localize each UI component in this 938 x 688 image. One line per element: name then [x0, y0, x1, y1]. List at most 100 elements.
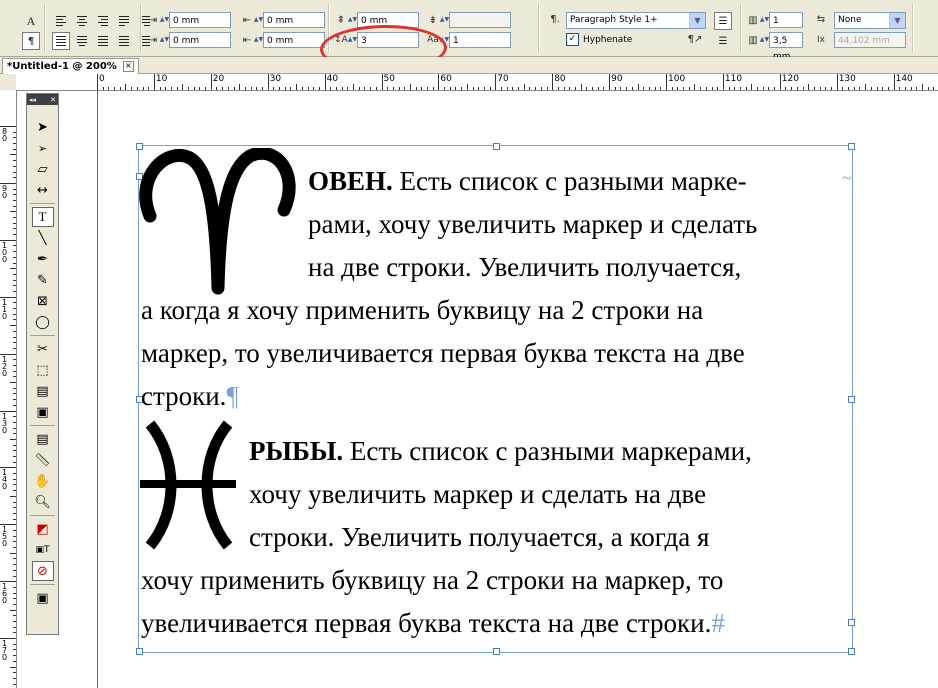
view-mode-icon[interactable]: ▣	[32, 588, 54, 608]
gradient-feather-tool-icon[interactable]: ▣	[32, 402, 54, 422]
ruler-tick	[13, 148, 16, 150]
note-tool-icon[interactable]: ▤	[32, 429, 54, 449]
tools-panel-header[interactable]: ◂◂ ✕	[27, 94, 58, 105]
frame-handle[interactable]	[848, 648, 855, 655]
pen-tool-icon[interactable]: ✒	[32, 249, 54, 269]
ruler-label: 170	[2, 639, 8, 663]
hyphenate-checkbox[interactable]: ✓	[566, 33, 579, 46]
frame-handle[interactable]	[493, 648, 500, 655]
ruler-label: 140	[895, 74, 913, 84]
measure-tool-icon[interactable]: 📏︎	[32, 450, 54, 470]
gutter-spinner[interactable]: ▲▼	[760, 32, 769, 48]
last-line-indent-spinner[interactable]: ▲▼	[254, 32, 263, 48]
document-tab-bar: *Untitled-1 @ 200% ×	[0, 57, 938, 74]
last-line-indent-field[interactable]: 0 mm	[263, 32, 325, 48]
collapse-icon[interactable]: ◂◂	[29, 96, 36, 104]
ruler-tick	[290, 87, 292, 90]
p1-lead: ОВЕН.	[308, 166, 393, 196]
space-after-spinner[interactable]: ▲▼	[440, 12, 449, 28]
out-port[interactable]	[848, 619, 855, 626]
rectangle-frame-tool-icon[interactable]: ⊠	[32, 291, 54, 311]
right-indent-spinner[interactable]: ▲▼	[254, 12, 263, 28]
first-line-indent-spinner[interactable]: ▲▼	[160, 32, 169, 48]
space-before-spinner[interactable]: ▲▼	[348, 12, 357, 28]
direct-selection-tool-icon[interactable]: ➢	[32, 138, 54, 158]
paragraph-menu-icon[interactable]: ¶↗	[688, 32, 703, 46]
vertical-ruler[interactable]: 80 90 100 110 120 130 140 150 160 170	[0, 90, 17, 688]
frame-handle[interactable]	[493, 143, 500, 150]
formatting-container-icon[interactable]: ▣T	[32, 540, 54, 560]
right-indent-field[interactable]: 0 mm	[263, 12, 325, 28]
frame-handle[interactable]	[848, 143, 855, 150]
line-tool-icon[interactable]: ╲	[32, 228, 54, 248]
ruler-tick	[13, 177, 16, 179]
ruler-tick	[495, 74, 497, 90]
apply-none-icon[interactable]: ⊘	[31, 561, 54, 581]
ruler-tick	[13, 279, 16, 281]
ruler-tick	[330, 87, 332, 90]
span-dropdown[interactable]: None ▼	[834, 12, 906, 29]
space-after-field[interactable]	[449, 12, 511, 28]
document-tab[interactable]: *Untitled-1 @ 200% ×	[2, 58, 139, 74]
paragraph-style-value: Paragraph Style 1+	[570, 15, 658, 25]
ruler-label: 100	[2, 240, 8, 264]
frame-handle[interactable]	[848, 396, 855, 403]
aries-symbol-icon	[139, 148, 296, 295]
ruler-tick	[193, 87, 195, 90]
left-indent-field[interactable]: 0 mm	[169, 12, 231, 28]
ruler-tick	[717, 87, 719, 90]
ruler-tick	[0, 467, 16, 469]
selection-tool-icon[interactable]: ➤	[32, 117, 54, 137]
pencil-tool-icon[interactable]: ✎	[32, 270, 54, 290]
ruler-tick	[199, 87, 201, 90]
paragraph-mode-button[interactable]: ¶	[22, 32, 40, 50]
justify-all-button[interactable]	[52, 32, 70, 50]
close-icon[interactable]: ×	[122, 61, 134, 72]
numbered-list-button[interactable]: ☰	[714, 32, 732, 50]
scissors-tool-icon[interactable]: ✂	[32, 339, 54, 359]
justify-left-button[interactable]	[115, 12, 133, 30]
type-tool-icon[interactable]: T	[31, 207, 54, 227]
align-away-spine-button[interactable]	[115, 32, 133, 50]
drop-cap-chars-field[interactable]: 1	[449, 32, 511, 48]
ruler-origin[interactable]	[0, 74, 17, 91]
free-transform-tool-icon[interactable]: ⬚	[32, 360, 54, 380]
paragraph-style-dropdown[interactable]: Paragraph Style 1+ ▼	[566, 12, 706, 29]
frame-handle[interactable]	[136, 648, 143, 655]
first-line-indent-field[interactable]: 0 mm	[169, 32, 231, 48]
align-left-button[interactable]	[52, 12, 70, 30]
ruler-tick	[13, 512, 16, 514]
ruler-tick	[916, 87, 918, 90]
ruler-tick	[927, 87, 929, 90]
ruler-tick	[165, 87, 167, 90]
span-width-field[interactable]: 44,102 mm	[834, 32, 906, 48]
hand-tool-icon[interactable]: ✋	[32, 471, 54, 491]
gutter-field[interactable]: 3,5 mm	[769, 32, 803, 62]
close-icon[interactable]: ✕	[50, 96, 56, 104]
columns-spinner[interactable]: ▲▼	[760, 12, 769, 28]
align-center-button[interactable]	[73, 12, 91, 30]
align-right-button[interactable]	[94, 12, 112, 30]
ruler-tick	[13, 473, 16, 475]
ruler-tick	[472, 87, 474, 90]
ruler-tick	[13, 643, 16, 645]
ruler-tick	[415, 87, 417, 90]
ruler-tick	[518, 87, 520, 90]
align-towards-spine-button[interactable]	[94, 32, 112, 50]
character-mode-button[interactable]: A	[22, 12, 40, 30]
list-button[interactable]: ☰	[714, 12, 732, 30]
p1-line-4: а когда я хочу применить буквицу на 2 ст…	[141, 295, 704, 325]
page-tool-icon[interactable]: ▱	[32, 159, 54, 179]
left-indent-spinner[interactable]: ▲▼	[160, 12, 169, 28]
ruler-tick	[364, 87, 366, 90]
ruler-tick	[222, 87, 224, 90]
justify-center-button[interactable]	[73, 32, 91, 50]
zoom-tool-icon[interactable]: 🔍︎	[32, 492, 54, 512]
horizontal-ruler[interactable]: 0102030405060708090100110120130140150	[16, 74, 938, 91]
gap-tool-icon[interactable]: ↔	[32, 180, 54, 200]
fill-stroke-icon[interactable]: ◩	[32, 519, 54, 539]
columns-field[interactable]: 1	[769, 12, 803, 28]
gradient-tool-icon[interactable]: ▤	[32, 381, 54, 401]
ellipse-tool-icon[interactable]: ◯	[32, 312, 54, 332]
ruler-tick	[13, 291, 16, 292]
